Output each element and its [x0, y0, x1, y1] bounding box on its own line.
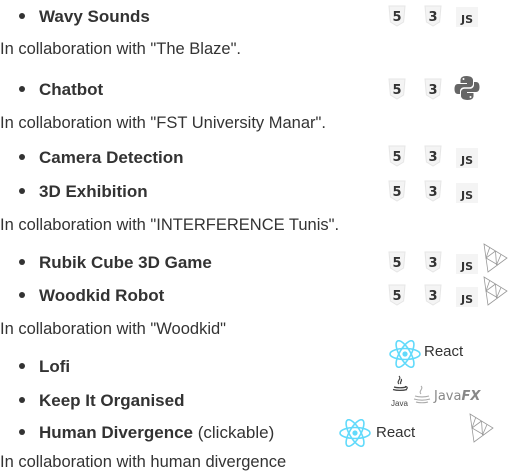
javascript-icon: JS	[456, 148, 478, 168]
html5-glyph: 5	[392, 289, 401, 304]
css3-icon: 3	[424, 78, 442, 100]
javascript-icon: JS	[456, 183, 478, 203]
javascript-glyph: JS	[460, 293, 473, 306]
threejs-icon	[483, 243, 508, 273]
project-title-link[interactable]: Human Divergence	[39, 423, 193, 442]
project-row-chatbot: Chatbot 5 3	[0, 76, 508, 103]
collab-text: In collaboration with human divergence	[0, 453, 287, 471]
html5-icon: 5	[388, 145, 406, 167]
react-icon	[339, 419, 371, 447]
project-title: Keep It Organised	[39, 391, 185, 410]
javascript-glyph: JS	[460, 189, 473, 202]
project-title: Chatbot	[39, 80, 104, 99]
css3-icon: 3	[424, 5, 442, 27]
react-label: React	[376, 424, 416, 441]
project-title: Rubik Cube 3D Game	[39, 253, 212, 272]
threejs-icon	[483, 276, 508, 306]
html5-icon: 5	[388, 5, 406, 27]
java-label: Java	[391, 399, 408, 408]
project-title: Woodkid Robot	[39, 286, 165, 305]
javafx-icon	[413, 385, 431, 404]
project-row-keep-it-organised: Keep It Organised Java JavaFX	[0, 375, 508, 414]
project-row-rubik-cube-3d-game: Rubik Cube 3D Game 5 3 JS	[0, 243, 508, 276]
project-title: Camera Detection	[39, 148, 184, 167]
html5-glyph: 5	[392, 10, 401, 25]
react-label: React	[424, 343, 464, 360]
project-row-camera-detection: Camera Detection 5 3 JS	[0, 145, 508, 171]
project-row-lofi: Lofi React	[0, 340, 508, 380]
bullet	[19, 397, 25, 403]
css3-icon: 3	[424, 145, 442, 167]
css3-glyph: 3	[428, 83, 437, 98]
project-title: 3D Exhibition	[39, 182, 148, 201]
css3-glyph: 3	[428, 10, 437, 25]
project-title: Wavy Sounds	[39, 7, 150, 26]
html5-icon: 5	[388, 284, 406, 306]
project-row-human-divergence[interactable]: Human Divergence (clickable) React	[0, 413, 508, 447]
project-row-wavy-sounds: Wavy Sounds 5 3 JS	[0, 4, 508, 30]
collab-text: In collaboration with "Woodkid"	[0, 320, 227, 338]
html5-glyph: 5	[392, 150, 401, 165]
javascript-glyph: JS	[460, 260, 473, 273]
css3-glyph: 3	[428, 150, 437, 165]
css3-glyph: 3	[428, 256, 437, 271]
javascript-glyph: JS	[460, 154, 473, 167]
project-title[interactable]: Human Divergence (clickable)	[39, 423, 274, 443]
javascript-glyph: JS	[460, 13, 473, 26]
bullet	[19, 188, 25, 194]
threejs-icon	[469, 413, 494, 443]
html5-icon: 5	[388, 251, 406, 273]
javascript-icon: JS	[456, 287, 478, 307]
html5-glyph: 5	[392, 83, 401, 98]
bullet	[19, 292, 25, 298]
collab-text: In collaboration with "FST University Ma…	[0, 114, 326, 132]
css3-icon: 3	[424, 251, 442, 273]
bullet	[19, 13, 25, 19]
html5-icon: 5	[388, 78, 406, 100]
java-icon	[392, 375, 408, 391]
clickable-note: (clickable)	[197, 423, 275, 442]
html5-icon: 5	[388, 180, 406, 202]
collab-text: In collaboration with "The Blaze".	[0, 40, 242, 58]
project-row-woodkid-robot: Woodkid Robot 5 3 JS	[0, 276, 508, 309]
bullet	[19, 259, 25, 265]
javafx-label-java: Java	[434, 389, 462, 404]
css3-glyph: 3	[428, 185, 437, 200]
bullet	[19, 154, 25, 160]
bullet	[19, 363, 25, 369]
javafx-label: JavaFX	[434, 389, 480, 404]
bullet	[19, 86, 25, 92]
react-icon	[389, 340, 421, 368]
project-row-3d-exhibition: 3D Exhibition 5 3 JS	[0, 179, 508, 205]
javafx-label-fx: FX	[461, 389, 481, 404]
collab-text: In collaboration with "INTERFERENCE Tuni…	[0, 216, 340, 234]
javascript-icon: JS	[456, 254, 478, 274]
project-title: Lofi	[39, 357, 71, 376]
css3-icon: 3	[424, 180, 442, 202]
css3-icon: 3	[424, 284, 442, 306]
javascript-icon: JS	[456, 7, 478, 27]
html5-glyph: 5	[392, 256, 401, 271]
html5-glyph: 5	[392, 185, 401, 200]
bullet	[19, 429, 25, 435]
python-icon	[454, 76, 480, 100]
css3-glyph: 3	[428, 289, 437, 304]
